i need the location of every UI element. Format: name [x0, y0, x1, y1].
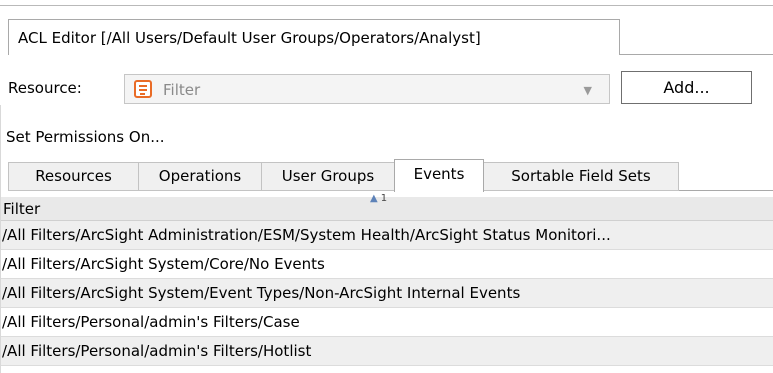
column-header-filter[interactable]: Filter ▲ 1: [0, 193, 773, 221]
panel-left-border: [0, 105, 1, 373]
add-button[interactable]: Add...: [621, 71, 752, 104]
tab-events[interactable]: Events: [394, 159, 484, 192]
tab-operations[interactable]: Operations: [139, 162, 262, 191]
chevron-down-icon[interactable]: ▼: [584, 81, 592, 101]
filter-grid: Filter ▲ 1 /All Filters/ArcSight Administ…: [0, 193, 773, 366]
tab-strip-divider: [620, 54, 773, 55]
table-row[interactable]: /All Filters/ArcSight System/Event Types…: [0, 279, 773, 308]
grid-body: /All Filters/ArcSight Administration/ESM…: [0, 221, 773, 366]
sort-ascending-icon: ▲ 1: [370, 193, 388, 204]
filter-icon: [134, 80, 152, 98]
resource-dropdown[interactable]: Filter ▼: [124, 74, 610, 104]
set-permissions-label: Set Permissions On...: [6, 128, 165, 146]
sort-index: 1: [380, 193, 388, 204]
tab-sortable-field-sets[interactable]: Sortable Field Sets: [484, 162, 679, 191]
tab-user-groups[interactable]: User Groups: [262, 162, 395, 191]
table-row[interactable]: /All Filters/Personal/admin's Filters/Ho…: [0, 337, 773, 366]
column-header-label: Filter: [3, 200, 41, 218]
acl-editor-tab[interactable]: ACL Editor [/All Users/Default User Grou…: [8, 19, 620, 55]
table-row[interactable]: /All Filters/Personal/admin's Filters/Ca…: [0, 308, 773, 337]
table-row[interactable]: /All Filters/ArcSight System/Core/No Eve…: [0, 250, 773, 279]
resource-value: Filter: [163, 81, 201, 99]
permission-tabs: Resources Operations User Groups Events …: [8, 159, 773, 192]
tab-resources[interactable]: Resources: [8, 162, 139, 191]
top-divider: [0, 5, 773, 6]
table-row[interactable]: /All Filters/ArcSight Administration/ESM…: [0, 221, 773, 250]
resource-label: Resource:: [8, 79, 82, 97]
